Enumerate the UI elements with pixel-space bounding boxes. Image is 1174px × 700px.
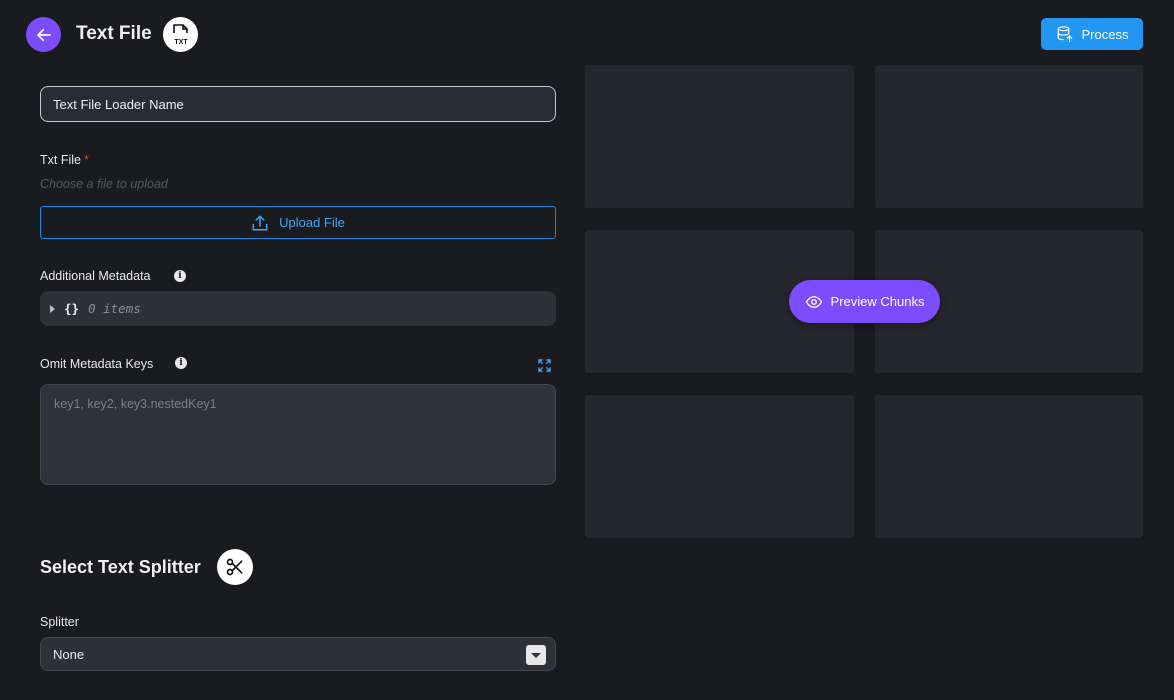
process-button[interactable]: Process [1041, 18, 1143, 50]
metadata-json-editor[interactable]: {} 0 items [40, 291, 556, 326]
txt-file-label: Txt File * [40, 153, 89, 167]
scissors-icon [217, 549, 253, 585]
svg-text:TXT: TXT [174, 39, 188, 46]
omit-metadata-keys-textarea[interactable] [40, 384, 556, 485]
process-label: Process [1081, 26, 1129, 42]
splitter-select[interactable]: None [40, 637, 556, 671]
back-button[interactable] [26, 17, 61, 52]
database-upload-icon [1057, 26, 1072, 43]
info-icon[interactable]: i [175, 357, 187, 369]
upload-file-button[interactable]: Upload File [40, 206, 556, 239]
loader-name-input[interactable] [40, 86, 556, 122]
required-mark: * [83, 153, 89, 167]
json-brace: {} [64, 301, 80, 316]
chevron-down-icon[interactable] [526, 645, 546, 665]
json-item-count: 0 items [88, 301, 141, 316]
txt-file-label-text: Txt File [40, 153, 81, 167]
txt-file-icon: TXT [163, 17, 198, 52]
info-icon[interactable]: i [174, 270, 186, 282]
preview-chunks-label: Preview Chunks [830, 294, 925, 309]
arrow-left-icon [36, 28, 51, 41]
preview-chunks-button[interactable]: Preview Chunks [789, 280, 940, 323]
chunk-placeholder-tile [875, 65, 1143, 208]
select-text-splitter-heading: Select Text Splitter [40, 557, 201, 577]
additional-metadata-label: Additional Metadata [40, 269, 151, 283]
upload-label: Upload File [279, 215, 345, 230]
omit-metadata-keys-label: Omit Metadata Keys [40, 357, 154, 371]
chunk-placeholder-tile [585, 395, 854, 538]
splitter-label: Splitter [40, 615, 79, 629]
chunk-placeholder-tile [875, 395, 1143, 538]
upload-hint: Choose a file to upload [40, 177, 168, 191]
page-title: Text File [76, 23, 152, 44]
upload-icon [252, 215, 268, 230]
expand-caret-icon[interactable] [50, 304, 55, 313]
expand-icon[interactable] [538, 359, 551, 372]
chunk-placeholder-tile [585, 65, 854, 208]
splitter-selected-value: None [53, 646, 85, 662]
eye-icon [805, 295, 822, 308]
